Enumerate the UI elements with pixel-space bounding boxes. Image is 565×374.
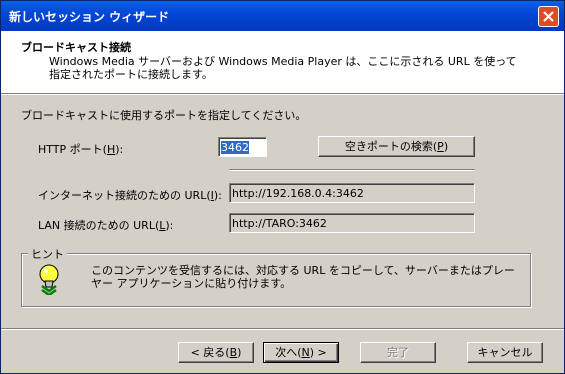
- wizard-header: ブロードキャスト接続 Windows Media サーバーおよび Windows…: [1, 31, 564, 93]
- url-divider: [229, 169, 475, 171]
- page-description: Windows Media サーバーおよび Windows Media Play…: [49, 55, 517, 81]
- close-button[interactable]: [538, 6, 559, 27]
- hint-text: このコンテンツを受信するには、対応する URL をコピーして、サーバーまたはプレ…: [91, 264, 515, 290]
- http-port-input[interactable]: 3462: [218, 137, 267, 157]
- close-icon: [543, 11, 554, 22]
- http-port-value: 3462: [221, 141, 249, 154]
- find-free-port-button[interactable]: 空きポートの検索(P): [318, 136, 475, 157]
- lan-url-label: LAN 接続のための URL(L):: [38, 219, 174, 232]
- instruction-text: ブロードキャストに使用するポートを指定してください。: [21, 109, 307, 122]
- cancel-button[interactable]: キャンセル: [467, 342, 543, 363]
- title-bar[interactable]: 新しいセッション ウィザード: [1, 1, 564, 31]
- page-title: ブロードキャスト接続: [21, 41, 131, 54]
- header-divider: [1, 93, 564, 95]
- next-button[interactable]: 次へ(N) >: [263, 342, 339, 363]
- window-title: 新しいセッション ウィザード: [9, 10, 170, 24]
- hint-title: ヒント: [28, 246, 67, 262]
- finish-button[interactable]: 完了: [360, 342, 436, 363]
- internet-url-field[interactable]: http://192.168.0.4:3462: [229, 183, 475, 203]
- wizard-window: 新しいセッション ウィザード ブロードキャスト接続 Windows Media …: [0, 0, 565, 374]
- lan-url-field[interactable]: http://TARO:3462: [229, 213, 475, 233]
- lightbulb-icon: [36, 263, 62, 298]
- footer-divider: [1, 328, 564, 330]
- http-port-label: HTTP ポート(H):: [38, 143, 124, 156]
- internet-url-label: インターネット接続のための URL(I):: [38, 189, 222, 202]
- back-button[interactable]: < 戻る(B): [178, 342, 254, 363]
